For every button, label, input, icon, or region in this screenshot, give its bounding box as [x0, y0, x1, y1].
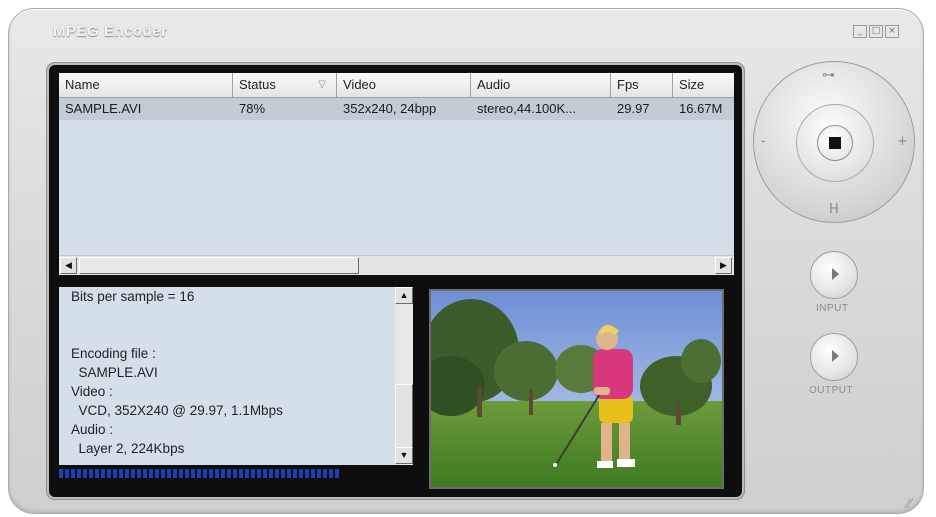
vertical-scrollbar[interactable]: ▲ ▼	[395, 287, 413, 465]
cell-status: 78%	[239, 101, 266, 116]
output-button[interactable]	[810, 333, 858, 381]
column-header-audio[interactable]: Audio	[471, 73, 611, 97]
cell-video: 352x240, 24bpp	[343, 101, 437, 116]
stop-icon	[829, 137, 841, 149]
horizontal-scroll-thumb[interactable]	[79, 257, 359, 274]
encoding-info-panel: Bits per sample = 16 Encoding file : SAM…	[59, 287, 413, 465]
sort-icon: ▽	[318, 79, 326, 90]
input-button[interactable]	[810, 251, 858, 299]
scroll-left-icon[interactable]: ◀	[60, 257, 77, 274]
input-label: INPUT	[816, 303, 849, 314]
video-preview	[429, 289, 724, 489]
info-line: Video :	[71, 384, 113, 399]
column-header-video[interactable]: Video	[337, 73, 471, 97]
scroll-right-icon[interactable]: ▶	[715, 257, 732, 274]
minimize-icon[interactable]: _	[853, 25, 867, 38]
info-line: Encoding file :	[71, 346, 156, 361]
list-header: Name Status ▽ Video Audio Fps Size	[59, 73, 734, 98]
cell-name: SAMPLE.AVI	[65, 101, 142, 116]
info-text: Bits per sample = 16 Encoding file : SAM…	[71, 287, 391, 458]
scroll-down-icon[interactable]: ▼	[395, 447, 413, 464]
dial-minus-label[interactable]: -	[761, 134, 766, 149]
dial-bottom-label: H	[829, 202, 839, 217]
maximize-icon[interactable]: □	[869, 25, 883, 38]
link-icon: ⊶	[822, 68, 835, 83]
column-header-size[interactable]: Size	[673, 73, 734, 97]
stop-button[interactable]	[817, 125, 853, 161]
info-line: Layer 2, 224Kbps	[71, 441, 185, 456]
column-header-fps[interactable]: Fps	[611, 73, 673, 97]
horizontal-scrollbar[interactable]: ◀ ▶	[59, 255, 734, 275]
vertical-scroll-thumb[interactable]	[395, 384, 413, 448]
jog-dial[interactable]: ⊶ H - +	[753, 61, 915, 223]
cell-fps: 29.97	[617, 101, 650, 116]
info-line	[71, 306, 391, 325]
table-row[interactable]: SAMPLE.AVI 78% 352x240, 24bpp stereo,44.…	[59, 98, 734, 120]
resize-grip-icon[interactable]: ⁄⁄	[907, 495, 912, 511]
encoding-progress-bar	[59, 469, 340, 478]
info-line: Bits per sample = 16	[71, 289, 195, 304]
column-header-status-label: Status	[239, 77, 276, 92]
preview-image	[431, 291, 722, 487]
play-icon	[832, 268, 839, 280]
window-title: MPEG Encoder	[53, 23, 168, 40]
info-line: SAMPLE.AVI	[71, 365, 158, 380]
column-header-status[interactable]: Status ▽	[233, 73, 337, 97]
mpeg-encoder-window: MPEG Encoder _ □ × Name Status ▽ Video A…	[8, 8, 924, 514]
info-line	[71, 325, 391, 344]
cell-audio: stereo,44.100K...	[477, 101, 577, 116]
info-line: VCD, 352X240 @ 29.97, 1.1Mbps	[71, 403, 283, 418]
info-line: Audio :	[71, 422, 114, 437]
file-list[interactable]: Name Status ▽ Video Audio Fps Size SAMPL…	[59, 73, 734, 274]
cell-size: 16.67M	[679, 101, 723, 116]
close-icon[interactable]: ×	[885, 25, 899, 38]
display-panel: Name Status ▽ Video Audio Fps Size SAMPL…	[49, 65, 742, 497]
scroll-up-icon[interactable]: ▲	[395, 287, 413, 304]
column-header-name[interactable]: Name	[59, 73, 233, 97]
output-label: OUTPUT	[809, 385, 854, 396]
play-icon	[832, 350, 839, 362]
dial-plus-label[interactable]: +	[897, 134, 908, 149]
